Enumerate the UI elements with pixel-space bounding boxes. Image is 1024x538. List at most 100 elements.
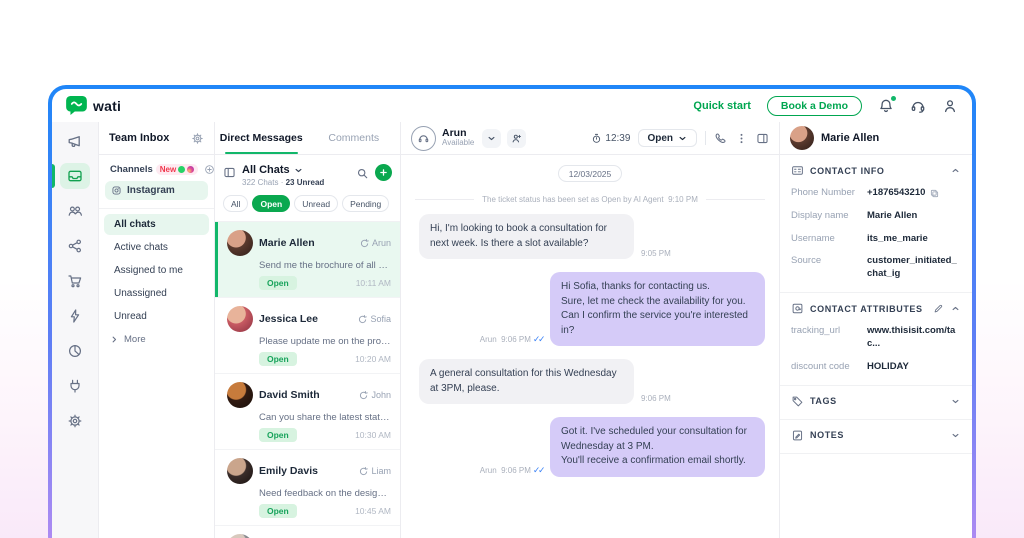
tags-header[interactable]: TAGS [791, 395, 961, 408]
contact-avatar [790, 126, 814, 150]
sidebar-item-instagram[interactable]: Instagram [105, 181, 208, 200]
tab-direct-messages[interactable]: Direct Messages [215, 122, 308, 154]
analytics-icon[interactable] [60, 338, 90, 364]
filter-open[interactable]: Open [252, 195, 291, 212]
settings-icon[interactable] [60, 408, 90, 434]
plus-icon [380, 169, 387, 176]
status-badge: Open [259, 428, 297, 442]
chevron-up-icon[interactable] [950, 165, 961, 176]
profile-icon[interactable] [942, 98, 958, 114]
book-demo-button[interactable]: Book a Demo [766, 95, 862, 116]
contact-attributes-section: CONTACT ATTRIBUTES tracking_url www.this… [780, 293, 972, 386]
note-icon [791, 429, 804, 442]
flows-icon[interactable] [60, 233, 90, 259]
contact-attributes-header[interactable]: CONTACT ATTRIBUTES [791, 302, 961, 315]
contact-details-panel: Marie Allen CONTACT INFO Phone Number +1… [780, 122, 972, 538]
assign-refresh-icon [360, 390, 369, 399]
folder-unread[interactable]: Unread [104, 306, 209, 327]
folders-more-toggle[interactable]: More [99, 328, 214, 351]
channels-label: Channels [110, 164, 153, 175]
chat-list: Marie Allen Arun Send me the brochure of… [215, 222, 400, 538]
message-time: 9:06 PM [641, 394, 671, 403]
filter-all[interactable]: All [223, 195, 249, 212]
status-badge: Open [259, 352, 297, 366]
assign-refresh-icon [360, 238, 369, 247]
notes-header[interactable]: NOTES [791, 429, 961, 442]
conversation-panel: Arun Available 12:39 Open 12/03/2025 The… [401, 122, 780, 538]
contacts-icon[interactable] [60, 198, 90, 224]
broadcast-icon[interactable] [60, 128, 90, 154]
integrations-icon[interactable] [60, 373, 90, 399]
chat-row-oliver-johnson[interactable]: Oliver Johnson Emma Let's schedule a mee… [215, 526, 400, 538]
add-channel-icon[interactable] [204, 164, 215, 175]
notification-dot [891, 95, 896, 101]
automation-icon[interactable] [60, 303, 90, 329]
tab-comments[interactable]: Comments [308, 122, 401, 154]
agent-avatar [411, 125, 436, 151]
assigned-agent: John [358, 390, 391, 401]
chat-row-emily-davis[interactable]: Emily Davis Liam Need feedback on the de… [215, 450, 400, 526]
system-event-row: The ticket status has been set as Open b… [415, 195, 766, 204]
notifications-bell-icon[interactable] [878, 95, 896, 114]
assign-user-button[interactable] [507, 128, 527, 148]
field-username: Username its_me_marie [791, 232, 928, 244]
filter-pending[interactable]: Pending [342, 195, 390, 212]
edit-pencil-icon[interactable] [933, 303, 944, 314]
read-receipt-icon: ✓✓ [532, 334, 546, 344]
commerce-icon[interactable] [60, 268, 90, 294]
assign-user-icon [512, 134, 522, 142]
read-receipt-icon: ✓✓ [532, 464, 546, 475]
folder-unassigned[interactable]: Unassigned [104, 283, 209, 304]
channels-new-badge: New [155, 164, 199, 175]
team-inbox-panel: Team Inbox Channels New Instagram All ch… [99, 122, 215, 538]
collapse-panel-icon[interactable] [223, 166, 236, 179]
app-window-frame: wati Quick start Book a Demo Team Inbox … [48, 85, 976, 538]
chevron-down-icon[interactable] [950, 430, 961, 441]
agent-status-dropdown[interactable] [482, 128, 502, 148]
avatar [227, 458, 253, 484]
filter-unread[interactable]: Unread [294, 195, 339, 212]
more-options-icon[interactable] [735, 132, 748, 145]
chevron-right-icon [112, 336, 117, 343]
field-source: Source customer_initiated_chat_ig [791, 255, 957, 280]
ticket-status-dropdown[interactable]: Open [638, 129, 697, 147]
assigned-agent: Sofia [357, 314, 391, 325]
side-panel-toggle-icon[interactable] [756, 132, 769, 145]
field-discount-code: discount code HOLIDAY [791, 360, 909, 372]
new-chat-button[interactable] [375, 164, 392, 181]
team-inbox-icon[interactable] [52, 163, 90, 189]
chevron-down-icon[interactable] [950, 396, 961, 407]
message-outgoing: Arun 9:06 PM ✓✓ Got it. I've scheduled yo… [415, 417, 765, 477]
copy-icon[interactable] [929, 188, 940, 199]
chevron-up-icon[interactable] [950, 303, 961, 314]
agent-meta: Arun Available [442, 126, 475, 148]
avatar [227, 306, 253, 332]
chat-row-david-smith[interactable]: David Smith John Can you share the lates… [215, 374, 400, 450]
folder-active-chats[interactable]: Active chats [104, 237, 209, 258]
wati-logo: wati [66, 96, 121, 115]
team-inbox-title: Team Inbox [109, 132, 170, 144]
message-time: 9:05 PM [641, 249, 671, 258]
inbox-settings-gear-icon[interactable] [191, 132, 204, 145]
contact-info-header[interactable]: CONTACT INFO [791, 164, 961, 177]
date-separator: 12/03/2025 [557, 165, 623, 182]
folder-all-chats[interactable]: All chats [104, 214, 209, 235]
message-outgoing: Arun 9:06 PM ✓✓ Hi Sofia, thanks for cont… [415, 272, 765, 346]
chat-counts: 322 Chats · 23 Unread [242, 178, 325, 187]
whatsapp-icon [178, 166, 186, 173]
call-phone-icon[interactable] [714, 132, 727, 145]
chat-row-jessica-lee[interactable]: Jessica Lee Sofia Please update me on th… [215, 298, 400, 374]
search-icon[interactable] [356, 167, 369, 180]
support-headset-icon[interactable] [910, 98, 926, 114]
message-meta: Arun 9:06 PM ✓✓ [479, 334, 546, 344]
channels-collapse-row[interactable]: Channels New [99, 155, 215, 181]
instagram-icon [187, 166, 195, 173]
folder-assigned-to-me[interactable]: Assigned to me [104, 260, 209, 281]
chat-row-marie-allen[interactable]: Marie Allen Arun Send me the brochure of… [215, 222, 400, 298]
field-display-name: Display name Marie Allen [791, 209, 918, 221]
nav-rail [52, 122, 99, 538]
chevron-down-icon [488, 136, 495, 140]
chat-view-selector[interactable]: All Chats [242, 164, 350, 176]
quick-start-link[interactable]: Quick start [693, 100, 750, 112]
field-tracking-url: tracking_url www.thisisit.com/tac... [791, 325, 956, 349]
